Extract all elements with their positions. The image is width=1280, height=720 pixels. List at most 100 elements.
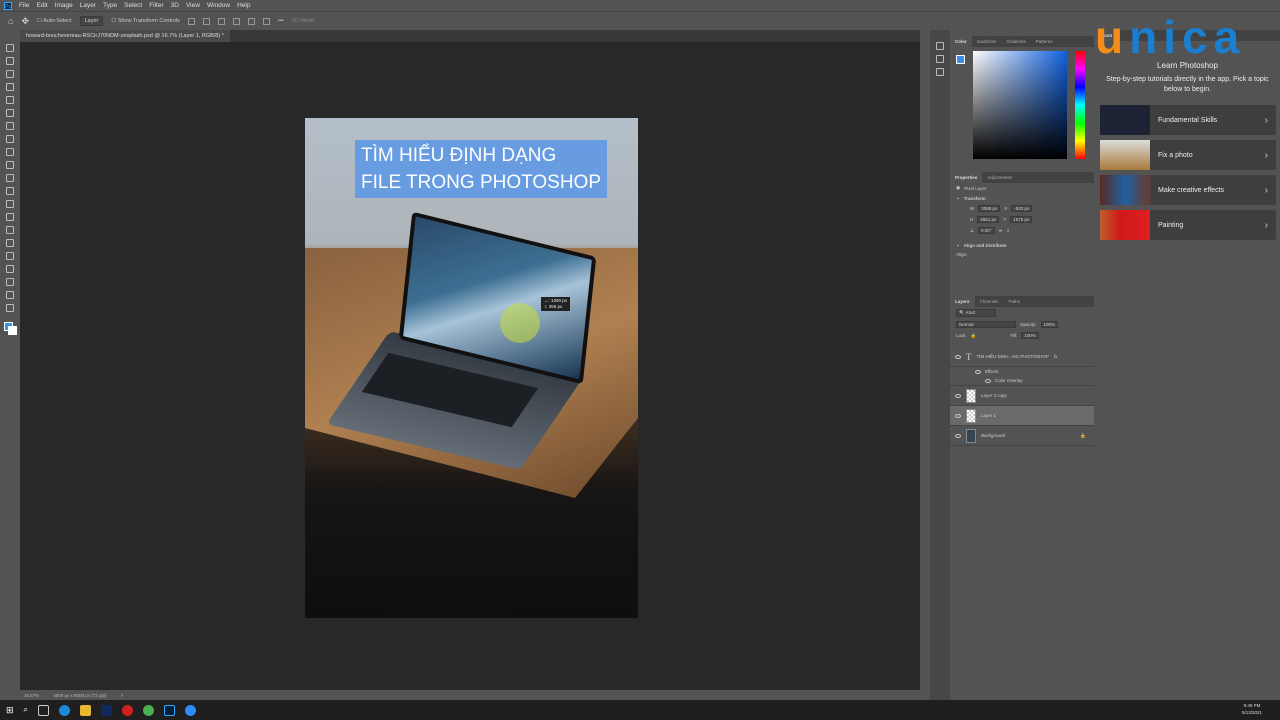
learn-card-fundamental[interactable]: Fundamental Skills ›	[1100, 105, 1276, 135]
menu-window[interactable]: Window	[207, 2, 230, 9]
learn-card-painting[interactable]: Painting ›	[1100, 210, 1276, 240]
magic-wand-icon[interactable]	[6, 83, 14, 91]
eye-icon[interactable]	[955, 413, 961, 418]
tab-layers[interactable]: Layers	[950, 296, 975, 307]
fill-field[interactable]: 100%	[1021, 332, 1039, 339]
effects-row[interactable]: Effects	[950, 367, 1094, 376]
stamp-tool-icon[interactable]	[6, 161, 14, 169]
move-tool-icon[interactable]	[6, 44, 14, 52]
tab-properties[interactable]: Properties	[950, 172, 983, 183]
flip-vertical-icon[interactable]: ⇳	[1006, 228, 1010, 234]
eye-icon[interactable]	[955, 354, 961, 359]
background-color-swatch[interactable]	[8, 326, 17, 335]
y-field[interactable]: 1675 px	[1010, 216, 1033, 223]
color-field[interactable]	[973, 51, 1067, 159]
angle-field[interactable]: 0.00°	[978, 227, 995, 234]
chrome-icon[interactable]	[143, 704, 155, 716]
eyedropper-icon[interactable]	[6, 122, 14, 130]
windows-start-icon[interactable]: ⊞	[6, 705, 14, 716]
home-icon[interactable]: ⌂	[8, 16, 13, 26]
eye-icon[interactable]	[975, 369, 981, 374]
tab-gradients[interactable]: Gradients	[1001, 36, 1031, 47]
height-field[interactable]: 2651 px	[977, 216, 1000, 223]
menu-3d[interactable]: 3D	[171, 2, 179, 9]
menu-select[interactable]: Select	[124, 2, 142, 9]
align-middle-icon[interactable]	[247, 17, 255, 25]
search-icon[interactable]: ⌕	[24, 705, 28, 715]
tab-adjustments[interactable]: Adjustments	[982, 172, 1017, 183]
auto-select-checkbox[interactable]: ☐ Auto-Select	[37, 18, 72, 24]
marquee-tool-icon[interactable]	[6, 57, 14, 65]
align-right-icon[interactable]	[217, 17, 225, 25]
rectangle-tool-icon[interactable]	[6, 278, 14, 286]
app-icon[interactable]	[101, 704, 113, 716]
eye-icon[interactable]	[955, 433, 961, 438]
healing-brush-icon[interactable]	[6, 135, 14, 143]
menu-layer[interactable]: Layer	[80, 2, 96, 9]
layer-row-background[interactable]: Background 🔒	[950, 426, 1094, 446]
zoom-level[interactable]: 16.67%	[24, 693, 39, 698]
character-panel-icon[interactable]	[936, 55, 944, 63]
show-transform-checkbox[interactable]: ☐ Show Transform Controls	[111, 18, 180, 24]
photoshop-taskbar-icon[interactable]	[164, 704, 176, 716]
x-field[interactable]: -933 px	[1011, 205, 1033, 212]
layer-row-text[interactable]: T TÌM HIỂU ĐỊNH...NG PHOTOSHOP fx	[950, 347, 1094, 367]
chevron-down-icon[interactable]: ⌄	[956, 195, 960, 201]
path-select-icon[interactable]	[6, 265, 14, 273]
lock-icon[interactable]: 🔒	[971, 333, 977, 339]
canvas-area[interactable]: ↔: 1290 px ↕: 356 px TÌM HIỂU ĐỊNH DẠNG …	[20, 42, 920, 690]
align-left-icon[interactable]	[187, 17, 195, 25]
layer-select-dropdown[interactable]: Layer	[79, 16, 104, 26]
align-center-icon[interactable]	[202, 17, 210, 25]
tab-paths[interactable]: Paths	[1004, 296, 1026, 307]
document-tab[interactable]: howard-bouchevereau-RSCirJ70NDM-unsplash…	[20, 30, 230, 42]
eye-icon[interactable]	[955, 393, 961, 398]
fx-icon[interactable]: fx	[1054, 354, 1058, 359]
paragraph-panel-icon[interactable]	[936, 68, 944, 76]
status-menu-arrow[interactable]: >	[121, 693, 124, 698]
edge-icon[interactable]	[59, 704, 71, 716]
blur-tool-icon[interactable]	[6, 213, 14, 221]
layer-row-layer-1[interactable]: Layer 1	[950, 406, 1094, 426]
dodge-tool-icon[interactable]	[6, 226, 14, 234]
chevron-down-icon[interactable]: ⌄	[956, 242, 960, 248]
tab-color[interactable]: Color	[950, 36, 972, 47]
record-icon[interactable]	[122, 704, 134, 716]
zoom-tool-icon[interactable]	[6, 304, 14, 312]
menu-image[interactable]: Image	[55, 2, 73, 9]
foreground-swatch[interactable]	[956, 55, 965, 64]
tab-swatches[interactable]: Swatches	[972, 36, 1002, 47]
system-clock[interactable]: 9:48 PM 5/12/2021	[1242, 702, 1262, 716]
tab-patterns[interactable]: Patterns	[1031, 36, 1058, 47]
eraser-icon[interactable]	[6, 187, 14, 195]
opacity-field[interactable]: 100%	[1040, 321, 1059, 328]
menu-edit[interactable]: Edit	[36, 2, 47, 9]
history-brush-icon[interactable]	[6, 174, 14, 182]
pen-tool-icon[interactable]	[6, 239, 14, 247]
crop-tool-icon[interactable]	[6, 96, 14, 104]
gradient-tool-icon[interactable]	[6, 200, 14, 208]
title-text-layer[interactable]: TÌM HIỂU ĐỊNH DẠNG FILE TRONG PHOTOSHOP	[355, 140, 608, 198]
more-options-button[interactable]: •••	[278, 18, 284, 24]
blend-mode-dropdown[interactable]: Normal	[956, 321, 1016, 328]
hue-slider[interactable]	[1075, 51, 1085, 159]
menu-type[interactable]: Type	[103, 2, 117, 9]
frame-tool-icon[interactable]	[6, 109, 14, 117]
menu-filter[interactable]: Filter	[149, 2, 163, 9]
menu-view[interactable]: View	[186, 2, 200, 9]
brush-tool-icon[interactable]	[6, 148, 14, 156]
width-field[interactable]: 3088 px	[978, 205, 1001, 212]
document-image[interactable]: ↔: 1290 px ↕: 356 px TÌM HIỂU ĐỊNH DẠNG …	[305, 118, 638, 618]
tab-channels[interactable]: Channels	[975, 296, 1004, 307]
type-tool-icon[interactable]	[6, 252, 14, 260]
layer-row-layer-3-copy[interactable]: Layer 3 copy	[950, 386, 1094, 406]
history-panel-icon[interactable]	[936, 42, 944, 50]
flip-horizontal-icon[interactable]: ⇹	[999, 228, 1003, 234]
color-overlay-row[interactable]: Color Overlay	[950, 376, 1094, 386]
file-explorer-icon[interactable]	[80, 704, 92, 716]
menu-help[interactable]: Help	[237, 2, 250, 9]
align-bottom-icon[interactable]	[262, 17, 270, 25]
move-tool-icon[interactable]: ✥	[21, 16, 29, 27]
align-top-icon[interactable]	[232, 17, 240, 25]
eye-icon[interactable]	[985, 378, 991, 383]
